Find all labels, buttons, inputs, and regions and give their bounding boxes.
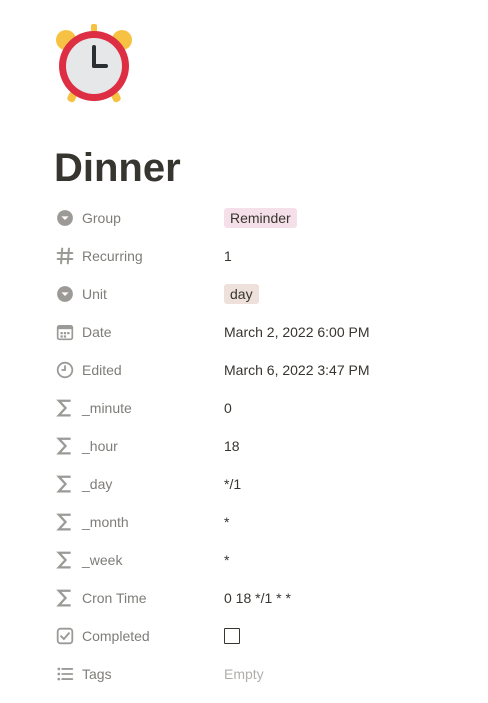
property-label: Completed <box>82 628 150 644</box>
property-name[interactable]: _minute <box>54 397 224 419</box>
property-name[interactable]: Cron Time <box>54 587 224 609</box>
property-value: * <box>224 514 230 530</box>
property-label: Recurring <box>82 248 143 264</box>
select-icon <box>54 207 76 229</box>
property-name[interactable]: Completed <box>54 625 224 647</box>
property-value: March 6, 2022 3:47 PM <box>224 362 370 378</box>
formula-icon <box>54 587 76 609</box>
property-label: Date <box>82 324 112 340</box>
property-label: _minute <box>82 400 132 416</box>
property-name[interactable]: Recurring <box>54 245 224 267</box>
formula-icon <box>54 397 76 419</box>
property-value: 0 18 */1 * * <box>224 590 291 606</box>
property-value: 0 <box>224 400 232 416</box>
property-row-cron-time[interactable]: Cron Time 0 18 */1 * * <box>54 579 474 617</box>
property-list: Group Reminder Recurring 1 Unit day Date… <box>54 199 474 693</box>
property-name[interactable]: Tags <box>54 663 224 685</box>
property-label: Tags <box>82 666 112 682</box>
formula-icon <box>54 511 76 533</box>
list-icon <box>54 663 76 685</box>
property-value[interactable]: day <box>224 284 259 304</box>
property-value: */1 <box>224 476 242 492</box>
alarm-clock-icon[interactable] <box>52 22 136 106</box>
property-value[interactable]: 1 <box>224 248 232 264</box>
number-icon <box>54 245 76 267</box>
property-row-minute[interactable]: _minute 0 <box>54 389 474 427</box>
unit-tag: day <box>224 284 259 304</box>
page-title[interactable]: Dinner <box>54 143 181 193</box>
property-row-completed[interactable]: Completed <box>54 617 474 655</box>
property-label: Edited <box>82 362 122 378</box>
formula-icon <box>54 435 76 457</box>
property-name[interactable]: Date <box>54 321 224 343</box>
completed-checkbox[interactable] <box>224 628 240 644</box>
checkbox-icon <box>54 625 76 647</box>
property-label: _month <box>82 514 129 530</box>
property-label: Cron Time <box>82 590 147 606</box>
select-icon <box>54 283 76 305</box>
formula-icon <box>54 549 76 571</box>
property-label: _day <box>82 476 113 492</box>
property-row-hour[interactable]: _hour 18 <box>54 427 474 465</box>
property-name[interactable]: Group <box>54 207 224 229</box>
property-row-week[interactable]: _week * <box>54 541 474 579</box>
property-row-group[interactable]: Group Reminder <box>54 199 474 237</box>
property-row-tags[interactable]: Tags Empty <box>54 655 474 693</box>
property-row-date[interactable]: Date March 2, 2022 6:00 PM <box>54 313 474 351</box>
property-row-unit[interactable]: Unit day <box>54 275 474 313</box>
property-value[interactable] <box>224 628 240 644</box>
property-label: _hour <box>82 438 118 454</box>
property-value[interactable]: Empty <box>224 666 264 682</box>
property-name[interactable]: Edited <box>54 359 224 381</box>
property-value: * <box>224 552 230 568</box>
group-tag: Reminder <box>224 208 297 228</box>
property-value: 18 <box>224 438 240 454</box>
calendar-icon <box>54 321 76 343</box>
property-name[interactable]: Unit <box>54 283 224 305</box>
formula-icon <box>54 473 76 495</box>
property-value[interactable]: Reminder <box>224 208 297 228</box>
property-name[interactable]: _week <box>54 549 224 571</box>
property-label: Group <box>82 210 121 226</box>
property-row-recurring[interactable]: Recurring 1 <box>54 237 474 275</box>
property-row-month[interactable]: _month * <box>54 503 474 541</box>
property-name[interactable]: _hour <box>54 435 224 457</box>
property-row-day[interactable]: _day */1 <box>54 465 474 503</box>
property-row-edited[interactable]: Edited March 6, 2022 3:47 PM <box>54 351 474 389</box>
property-name[interactable]: _month <box>54 511 224 533</box>
property-label: Unit <box>82 286 107 302</box>
property-name[interactable]: _day <box>54 473 224 495</box>
property-value[interactable]: March 2, 2022 6:00 PM <box>224 324 370 340</box>
clock-icon <box>54 359 76 381</box>
property-label: _week <box>82 552 123 568</box>
